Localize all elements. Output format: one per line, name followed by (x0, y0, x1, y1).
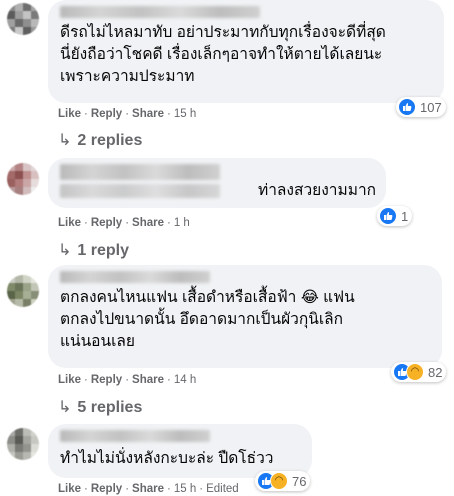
comment-text: ทำไมไม่นั่งหลังกะบะล่ะ ปืดโธ่วว (60, 450, 274, 467)
reply-link[interactable]: Reply (91, 374, 122, 386)
reaction-summary[interactable]: ◠ 76 (255, 471, 311, 491)
view-replies-link[interactable]: ↳ 1 reply (58, 240, 129, 260)
like-link[interactable]: Like (58, 217, 81, 229)
like-icon (379, 207, 397, 225)
reaction-count: 1 (401, 208, 409, 224)
avatar[interactable] (7, 3, 39, 35)
author-name[interactable] (60, 6, 260, 18)
share-link[interactable]: Share (132, 217, 164, 229)
haha-icon: ◠ (270, 472, 288, 490)
comment-bubble: ทำไมไม่นั่งหลังกะบะล่ะ ปืดโธ่วว (48, 424, 312, 478)
comment-text: ตกลงคนไหนแฟน เสื้อดำหรือเสื้อฟ้า 😂 แฟน ต… (60, 289, 355, 350)
reaction-count: 76 (292, 473, 307, 489)
replies-label: 2 replies (77, 132, 143, 149)
reply-arrow-icon: ↳ (58, 399, 72, 416)
avatar[interactable] (7, 275, 39, 307)
author-name[interactable] (60, 271, 210, 283)
comment-bubble: ท่าลงสวยงามมาก (48, 158, 386, 208)
reply-arrow-icon: ↳ (58, 242, 72, 259)
reply-link[interactable]: Reply (91, 108, 122, 120)
like-link[interactable]: Like (58, 108, 81, 120)
share-link[interactable]: Share (132, 374, 164, 386)
comment-actions: Like · Reply · Share · 15 h (58, 108, 197, 120)
comment-text: ท่าลงสวยงามมาก (258, 182, 377, 199)
author-name[interactable] (60, 430, 210, 442)
replies-label: 5 replies (77, 399, 143, 416)
comment-text: ดีรถไม่ไหลมาทับ อย่าประมาทกับทุกเรื่องจะ… (60, 24, 386, 85)
edited-label[interactable]: Edited (206, 483, 239, 495)
timestamp[interactable]: 1 h (174, 217, 190, 229)
share-link[interactable]: Share (132, 483, 164, 495)
view-replies-link[interactable]: ↳ 2 replies (58, 130, 142, 150)
reaction-summary[interactable]: ◠ 82 (391, 362, 447, 382)
view-replies-link[interactable]: ↳ 5 replies (58, 397, 142, 417)
avatar[interactable] (7, 163, 39, 195)
share-link[interactable]: Share (132, 108, 164, 120)
comment-actions: Like · Reply · Share · 15 h · Edited (58, 483, 239, 495)
reaction-summary[interactable]: 1 (377, 206, 413, 226)
like-link[interactable]: Like (58, 374, 81, 386)
reaction-count: 107 (420, 99, 442, 115)
reaction-summary[interactable]: 107 (396, 97, 446, 117)
comment-bubble: ดีรถไม่ไหลมาทับ อย่าประมาทกับทุกเรื่องจะ… (48, 0, 444, 103)
timestamp[interactable]: 15 h (174, 483, 196, 495)
reaction-count: 82 (428, 364, 443, 380)
like-icon (398, 98, 416, 116)
timestamp[interactable]: 15 h (174, 108, 196, 120)
like-link[interactable]: Like (58, 483, 81, 495)
reply-link[interactable]: Reply (91, 483, 122, 495)
replies-label: 1 reply (77, 242, 129, 259)
comment-actions: Like · Reply · Share · 14 h (58, 374, 197, 386)
timestamp[interactable]: 14 h (174, 374, 196, 386)
reply-link[interactable]: Reply (91, 217, 122, 229)
author-name[interactable] (60, 164, 220, 180)
comment-bubble: ตกลงคนไหนแฟน เสื้อดำหรือเสื้อฟ้า 😂 แฟน ต… (48, 265, 442, 368)
haha-icon: ◠ (406, 363, 424, 381)
reply-arrow-icon: ↳ (58, 132, 72, 149)
avatar[interactable] (7, 428, 39, 460)
author-name-line2 (60, 184, 220, 198)
comment-actions: Like · Reply · Share · 1 h (58, 217, 190, 229)
